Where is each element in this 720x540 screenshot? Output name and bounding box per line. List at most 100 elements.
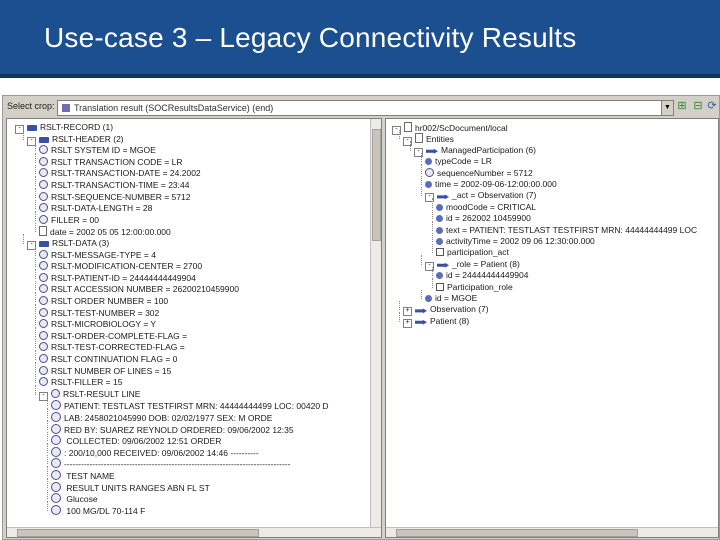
tree-node-label: RSLT-MICROBIOLOGY = Y bbox=[51, 319, 157, 330]
tree-node[interactable]: - ManagedParticipation (6) bbox=[414, 145, 536, 157]
field-icon bbox=[39, 180, 48, 189]
source-tree-pane[interactable]: - RSLT-RECORD (1) - RSLT-HEADER (2) RSLT SYS… bbox=[6, 118, 382, 538]
tree-node[interactable]: activityTime = 2002 09 06 12:30:00.000 bbox=[436, 236, 595, 246]
tree-node-label: Glucose bbox=[64, 494, 98, 505]
tree-node[interactable]: RSLT-MICROBIOLOGY = Y bbox=[39, 319, 156, 329]
tree-node[interactable]: - _role = Patient (8) bbox=[425, 259, 520, 271]
tree-node[interactable]: FILLER = 00 bbox=[39, 214, 99, 225]
tree-node[interactable]: Participation_role bbox=[436, 282, 513, 292]
field-icon bbox=[39, 307, 48, 317]
arrow-icon bbox=[426, 148, 438, 154]
tree-node[interactable]: 100 MG/DL 70-114 F bbox=[51, 504, 145, 516]
tree-guide-line bbox=[35, 257, 36, 268]
tree-guide-line bbox=[421, 187, 422, 197]
tree-node[interactable]: RSLT ACCESSION NUMBER = 26200210459900 bbox=[39, 284, 239, 294]
tree-guide-line bbox=[35, 269, 36, 279]
tree-node[interactable]: participation_act bbox=[436, 247, 509, 257]
crop-select[interactable]: Translation result (SOCResultsDataServic… bbox=[57, 100, 663, 116]
tree-node[interactable]: RSLT-TRANSACTION-TIME = 23:44 bbox=[39, 180, 189, 190]
tree-node[interactable]: LAB: 2458021045990 DOB: 02/02/1977 SEX: … bbox=[51, 412, 272, 423]
refresh-icon[interactable]: ⟳ bbox=[705, 99, 719, 113]
tree-guide-line bbox=[35, 199, 36, 210]
field-icon bbox=[51, 388, 60, 398]
expand-all-icon[interactable]: ⊞ bbox=[675, 99, 689, 113]
expand-toggle-icon[interactable]: + bbox=[403, 318, 412, 328]
tree-node[interactable]: RSLT TRANSACTION CODE = LR bbox=[39, 156, 183, 167]
collapse-all-icon[interactable]: ⊟ bbox=[691, 99, 705, 113]
tree-node-label: time = 2002-09-06-12:00:00.000 bbox=[435, 179, 557, 189]
tree-node[interactable]: Glucose bbox=[51, 493, 98, 505]
tree-node[interactable]: time = 2002-09-06-12:00:00.000 bbox=[425, 179, 557, 189]
tree-node[interactable]: RSLT-SEQUENCE-NUMBER = 5712 bbox=[39, 191, 191, 202]
tree-guide-line bbox=[410, 141, 411, 151]
target-tree-pane[interactable]: - hr002/ScDocument/local - Entities - Managed… bbox=[385, 118, 719, 538]
tree-node[interactable]: RSLT NUMBER OF LINES = 15 bbox=[39, 365, 171, 376]
tree-node[interactable]: - _act = Observation (7) bbox=[425, 190, 536, 203]
tree-node[interactable]: RSLT SYSTEM ID = MGOE bbox=[39, 145, 156, 155]
horizontal-scrollbar[interactable] bbox=[386, 527, 718, 537]
tree-node[interactable]: TEST NAME bbox=[51, 470, 115, 481]
scroll-thumb[interactable] bbox=[396, 529, 638, 537]
tree-node[interactable]: RSLT-TEST-CORRECTED-FLAG = bbox=[39, 342, 185, 352]
tree-node[interactable]: - RSLT-RECORD (1) bbox=[15, 122, 113, 134]
tree-node[interactable]: ----------------------------------------… bbox=[51, 458, 290, 469]
tree-node[interactable]: id = 262002 10459900 bbox=[436, 213, 531, 223]
tree-guide-line bbox=[47, 501, 48, 511]
tree-node[interactable]: - RSLT-DATA (3) bbox=[27, 238, 109, 250]
tree-node[interactable]: + Patient (8) bbox=[403, 316, 469, 328]
tree-guide-line bbox=[47, 431, 48, 442]
tree-node-label: activityTime = 2002 09 06 12:30:00.000 bbox=[446, 236, 595, 246]
scroll-thumb[interactable] bbox=[372, 129, 381, 241]
tree-guide-line bbox=[35, 211, 36, 221]
tree-node[interactable]: - RSLT-HEADER (2) bbox=[27, 134, 124, 146]
tree-guide-line bbox=[47, 489, 48, 500]
tree-node[interactable]: RSLT CONTINUATION FLAG = 0 bbox=[39, 354, 177, 364]
tree-node-label: RSLT CONTINUATION FLAG = 0 bbox=[51, 354, 178, 364]
tree-node[interactable]: RSLT-MODIFICATION-CENTER = 2700 bbox=[39, 261, 202, 271]
select-crop-label: Select crop: bbox=[7, 101, 55, 111]
tree-node[interactable]: id = 24444444449904 bbox=[436, 270, 529, 280]
scroll-thumb[interactable] bbox=[17, 529, 259, 537]
tree-node-label: sequenceNumber = 5712 bbox=[437, 167, 533, 178]
tree-node[interactable]: RSLT-ORDER-COMPLETE-FLAG = bbox=[39, 330, 187, 341]
tree-node[interactable]: RSLT-MESSAGE-TYPE = 4 bbox=[39, 249, 156, 260]
chevron-down-icon[interactable]: ▼ bbox=[661, 100, 674, 116]
field-icon bbox=[39, 191, 48, 201]
field-icon bbox=[39, 330, 48, 340]
ab-icon bbox=[51, 504, 61, 515]
tree-node[interactable]: RESULT UNITS RANGES ABN FL ST bbox=[51, 481, 210, 493]
tree-node[interactable]: PATIENT: TESTLAST TESTFIRST MRN: 4444444… bbox=[51, 400, 329, 411]
tree-node-label: hr002/ScDocument/local bbox=[415, 123, 508, 133]
tree-node[interactable]: moodCode = CRITICAL bbox=[436, 202, 536, 212]
tree-node[interactable]: RSLT-FILLER = 15 bbox=[39, 377, 122, 387]
tree-node[interactable]: RED BY: SUAREZ REYNOLD ORDERED: 09/06/20… bbox=[51, 423, 294, 435]
vertical-scrollbar[interactable] bbox=[370, 119, 381, 527]
tree-node[interactable]: text = PATIENT: TESTLAST TESTFIRST MRN: … bbox=[436, 225, 697, 235]
tree-node[interactable]: : 200/10,000 RECEIVED: 09/06/2002 14:46 … bbox=[51, 446, 259, 458]
tree-node[interactable]: RSLT-PATIENT-ID = 24444444449904 bbox=[39, 272, 196, 283]
horizontal-scrollbar[interactable] bbox=[7, 527, 381, 537]
tree-node-label: RSLT SYSTEM ID = MGOE bbox=[51, 145, 156, 156]
dot-icon bbox=[436, 203, 443, 211]
dot-icon bbox=[436, 226, 443, 234]
tree-node[interactable]: typeCode = LR bbox=[425, 156, 492, 166]
tree-node-label: Observation (7) bbox=[430, 304, 489, 315]
tree-node[interactable]: - hr002/ScDocument/local bbox=[392, 122, 508, 135]
header-stripe bbox=[0, 74, 720, 78]
field-icon bbox=[39, 272, 48, 282]
tree-node[interactable]: RSLT-DATA-LENGTH = 28 bbox=[39, 203, 152, 213]
tree-node[interactable]: - RSLT-RESULT LINE bbox=[39, 388, 140, 401]
tree-node-label: RSLT-TEST-NUMBER = 302 bbox=[51, 307, 160, 318]
tree-node[interactable]: + Observation (7) bbox=[403, 304, 489, 317]
ab-icon bbox=[51, 400, 61, 411]
tree-node[interactable]: date = 2002 05 05 12:00:00.000 bbox=[39, 226, 171, 237]
tree-guide-line bbox=[35, 304, 36, 314]
tree-node[interactable]: COLLECTED: 09/06/2002 12:51 ORDER bbox=[51, 435, 221, 446]
tree-node-label: RSLT-SEQUENCE-NUMBER = 5712 bbox=[51, 191, 191, 202]
tree-node[interactable]: sequenceNumber = 5712 bbox=[425, 167, 533, 178]
tree-node[interactable]: RSLT ORDER NUMBER = 100 bbox=[39, 296, 168, 306]
tree-node[interactable]: RSLT-TRANSACTION-DATE = 24.2002 bbox=[39, 168, 201, 178]
tree-node[interactable]: id = MGOE bbox=[425, 293, 477, 303]
field-icon bbox=[39, 203, 48, 213]
tree-node[interactable]: RSLT-TEST-NUMBER = 302 bbox=[39, 307, 160, 318]
